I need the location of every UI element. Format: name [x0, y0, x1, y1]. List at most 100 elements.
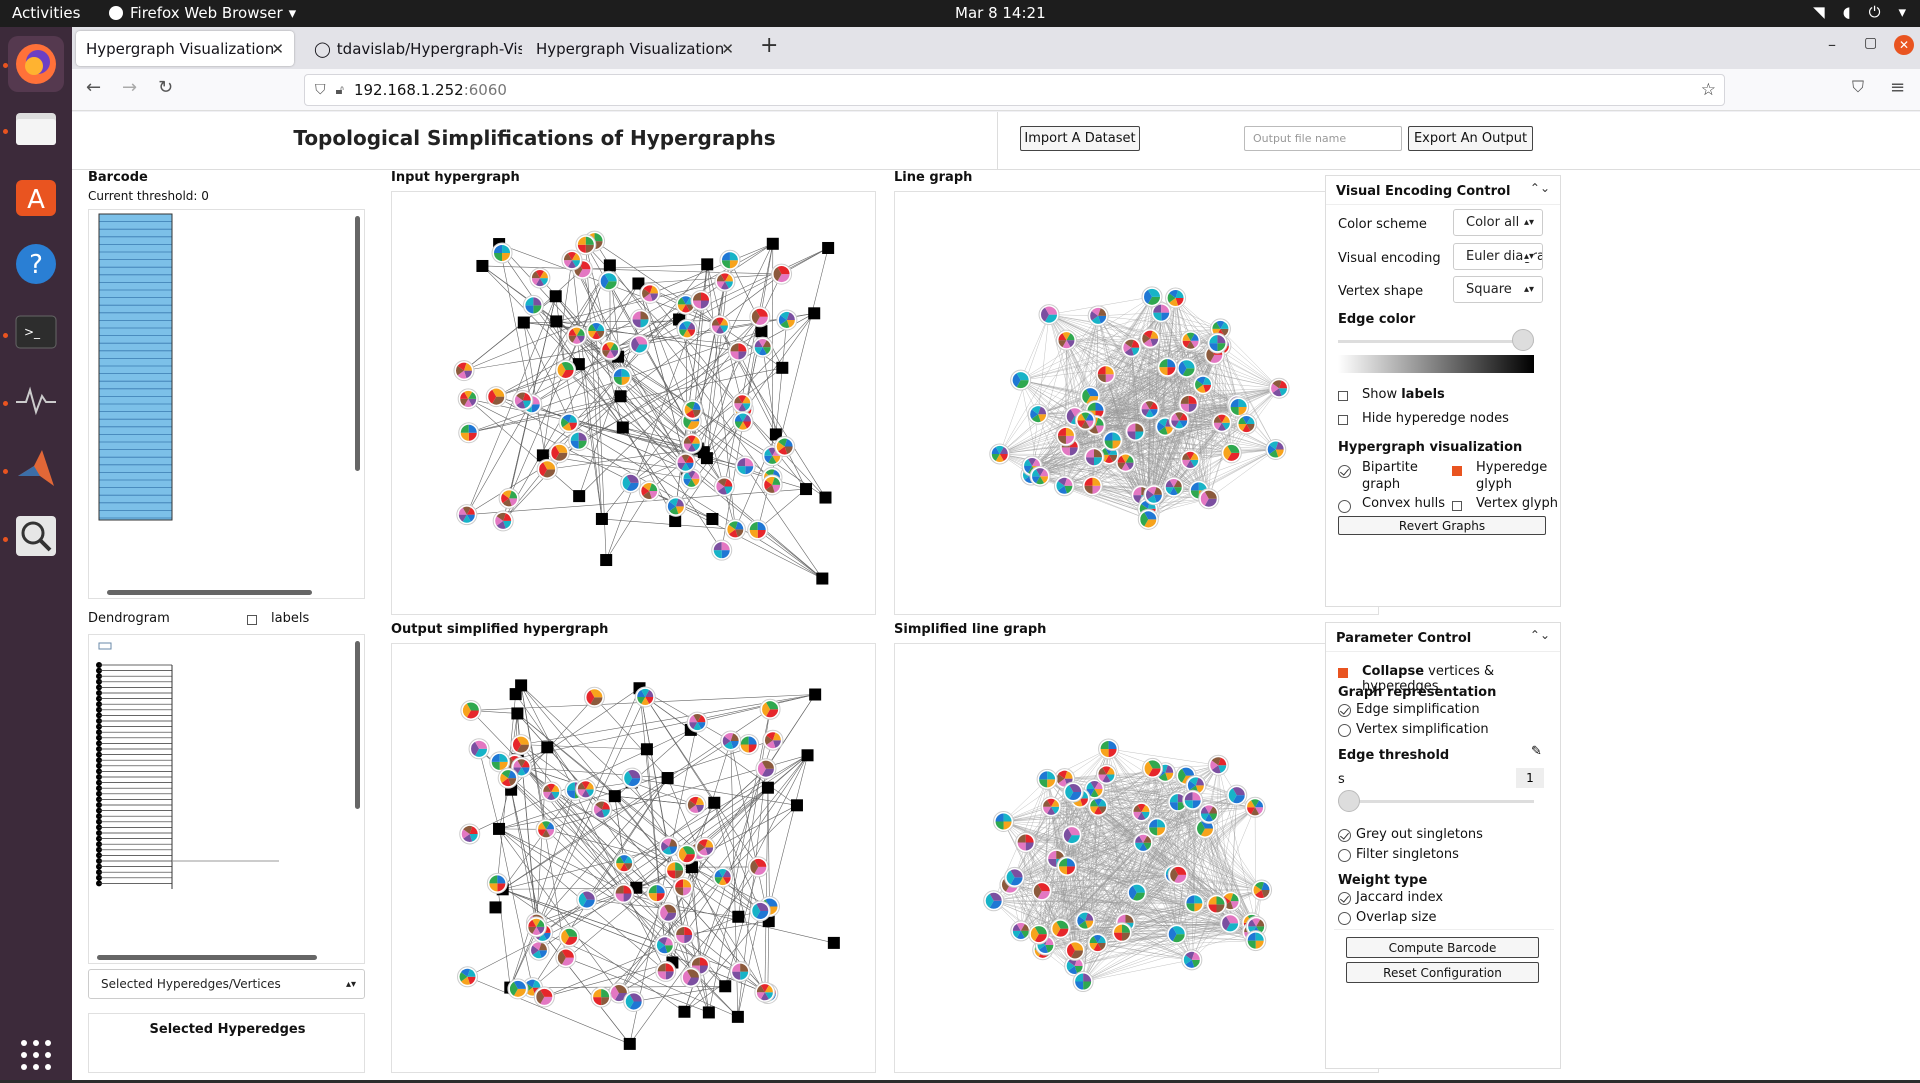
vertex-glyph	[1057, 856, 1077, 876]
app-menu[interactable]: Firefox Web Browser ▾	[108, 4, 296, 22]
show-applications-button[interactable]	[8, 1027, 64, 1083]
dendrogram-panel[interactable]	[88, 634, 365, 964]
convex-hulls-radio[interactable]	[1338, 500, 1351, 513]
dendrogram-labels-checkbox[interactable]	[247, 615, 257, 625]
reset-configuration-button[interactable]: Reset Configuration	[1346, 962, 1539, 983]
dock-help[interactable]: ?	[8, 236, 64, 292]
collapse-chevrons-icon[interactable]: ⌃⌄	[1530, 181, 1550, 195]
selected-items-dropdown[interactable]: Selected Hyperedges/Vertices ▴▾	[88, 969, 365, 999]
new-tab-button[interactable]: +	[760, 33, 778, 58]
simplified-line-graph-panel[interactable]	[894, 643, 1379, 1073]
barcode-vertical-scrollbar[interactable]	[355, 216, 360, 471]
color-scheme-select[interactable]: Color all▴▾	[1453, 209, 1543, 236]
vertex-simplification-radio[interactable]	[1338, 724, 1351, 737]
vertex-glyph	[683, 400, 703, 420]
barcode-chart[interactable]	[89, 210, 366, 600]
show-labels-checkbox[interactable]	[1338, 391, 1348, 401]
dock-terminal[interactable]: >_	[8, 304, 64, 360]
import-dataset-button[interactable]: Import A Dataset	[1020, 126, 1140, 151]
url-host: 192.168.1.252	[354, 81, 464, 99]
output-hypergraph-panel[interactable]	[391, 643, 876, 1073]
vertex-glyph	[760, 699, 780, 719]
vertex-glyph	[1208, 755, 1228, 775]
edge-color-slider-thumb[interactable]	[1512, 329, 1534, 351]
filter-singletons-radio[interactable]	[1338, 849, 1351, 862]
vertex-glyph	[756, 759, 776, 779]
page-title: Topological Simplifications of Hypergrap…	[72, 126, 997, 150]
dock-software[interactable]: A	[8, 168, 64, 224]
input-hypergraph-panel[interactable]	[391, 191, 876, 615]
s-value-input[interactable]: 1	[1516, 768, 1544, 788]
vertex-glyph	[600, 340, 620, 360]
dock-matlab[interactable]	[8, 440, 64, 496]
edge-simplification-radio[interactable]	[1338, 704, 1351, 717]
dendrogram-chart[interactable]	[89, 635, 366, 965]
back-icon[interactable]: ←	[86, 77, 101, 98]
jaccard-radio[interactable]	[1338, 892, 1351, 905]
vertex-shape-select[interactable]: Square▴▾	[1453, 276, 1543, 303]
vertex-glyph	[454, 361, 474, 381]
vertex-glyph	[536, 819, 556, 839]
dock-files[interactable]	[8, 100, 64, 156]
vertex-glyph	[775, 437, 795, 457]
output-hypergraph-canvas[interactable]	[392, 644, 877, 1074]
visual-encoding-select[interactable]: Euler diagrar▴▾	[1453, 243, 1543, 270]
hide-hyperedge-checkbox[interactable]	[1338, 415, 1348, 425]
overlap-radio[interactable]	[1338, 912, 1351, 925]
dock-firefox[interactable]	[8, 36, 64, 92]
export-output-button[interactable]: Export An Output	[1408, 126, 1533, 151]
bipartite-radio[interactable]	[1338, 465, 1351, 478]
line-graph-panel[interactable]	[894, 191, 1379, 615]
hyperedge-node	[550, 290, 562, 302]
dendrogram-horizontal-scrollbar[interactable]	[97, 955, 317, 960]
compute-barcode-button[interactable]: Compute Barcode	[1346, 937, 1539, 958]
hyperedge-link	[623, 427, 692, 443]
vertex-glyph	[1062, 825, 1082, 845]
tab-hypergraph-2[interactable]: Hypergraph Visualization ✕	[526, 31, 744, 66]
software-store-icon: A	[14, 174, 58, 218]
close-icon[interactable]: ✕	[721, 40, 734, 58]
menu-icon[interactable]: ≡	[1890, 77, 1905, 98]
barcode-panel[interactable]	[88, 209, 365, 599]
collapse-checkbox[interactable]	[1338, 668, 1348, 678]
dock-system-monitor[interactable]	[8, 372, 64, 428]
dendrogram-vertical-scrollbar[interactable]	[355, 641, 360, 809]
vertex-glyph	[677, 319, 697, 339]
dendrogram-root-node	[99, 643, 111, 649]
url-bar[interactable]: ⛉ 🔓︎ 192.168.1.252:6060 ☆	[304, 74, 1725, 106]
vertex-glyph	[1065, 940, 1085, 960]
vertex-glyph	[1221, 443, 1241, 463]
line-graph-edge	[1021, 315, 1049, 381]
tab-github[interactable]: ◯ tdavislab/Hypergraph-Vis	[304, 31, 522, 66]
dock-magnifier[interactable]	[8, 508, 64, 564]
collapse-chevrons-icon[interactable]: ⌃⌄	[1530, 628, 1550, 642]
line-graph-canvas[interactable]	[895, 192, 1380, 616]
pencil-icon[interactable]: ✎	[1531, 744, 1542, 759]
hyperedge-node	[624, 1038, 636, 1050]
maximize-icon[interactable]: ▢	[1864, 35, 1877, 51]
hyperedge-glyph-checkbox[interactable]	[1452, 466, 1462, 476]
pocket-icon[interactable]: ⛉	[1852, 77, 1864, 97]
close-window-icon[interactable]: ✕	[1894, 35, 1914, 55]
vertex-glyph	[1182, 950, 1202, 970]
grey-out-singletons-radio[interactable]	[1338, 829, 1351, 842]
clock[interactable]: Mar 8 14:21	[955, 4, 1046, 22]
input-hypergraph-canvas[interactable]	[392, 192, 877, 616]
system-tray[interactable]: ◥ ◖ ⏻ ▾	[1813, 3, 1906, 21]
bookmark-star-icon[interactable]: ☆	[1701, 80, 1716, 100]
vertex-glyph-checkbox[interactable]	[1452, 501, 1462, 511]
activities-button[interactable]: Activities	[12, 4, 80, 22]
barcode-horizontal-scrollbar[interactable]	[107, 590, 312, 595]
output-filename-input[interactable]: Output file name	[1244, 126, 1402, 151]
threshold-slider-track[interactable]	[1338, 800, 1534, 803]
minimize-icon[interactable]: –	[1828, 35, 1836, 54]
tab-hypergraph-1[interactable]: Hypergraph Visualization ✕	[76, 31, 294, 66]
revert-graphs-button[interactable]: Revert Graphs	[1338, 516, 1546, 535]
vertex-glyph	[1099, 739, 1119, 759]
reload-icon[interactable]: ↻	[158, 77, 173, 98]
simplified-line-graph-canvas[interactable]	[895, 644, 1380, 1074]
edge-color-slider-track[interactable]	[1338, 340, 1534, 343]
forward-icon[interactable]: →	[122, 77, 137, 98]
threshold-slider-thumb[interactable]	[1338, 790, 1360, 812]
close-icon[interactable]: ✕	[271, 40, 284, 58]
